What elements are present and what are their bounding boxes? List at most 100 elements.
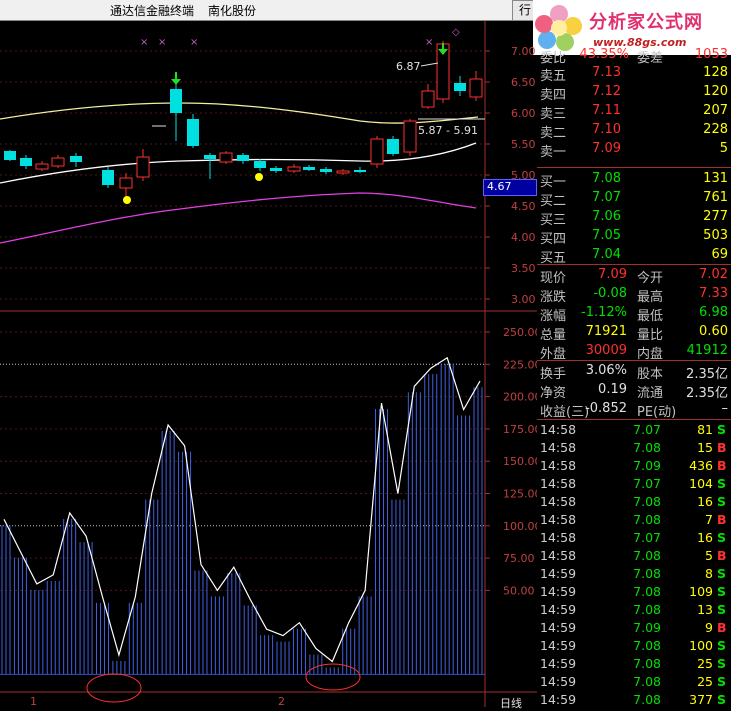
diamond-marker: ◇ [452, 27, 460, 38]
indicator-tick-label: 150.00 [503, 455, 537, 468]
tick-side: S [717, 656, 727, 671]
tick-price: 7.07 [633, 530, 661, 545]
tick-row: 14:58 7.07 81 S [537, 421, 731, 439]
tick-row: 14:59 7.08 100 S [537, 637, 731, 655]
signal-dot-icon [255, 173, 263, 181]
tick-volume: 109 [689, 584, 713, 599]
tick-row: 14:58 7.07 16 S [537, 529, 731, 547]
bid-price: 7.07 [592, 190, 621, 205]
tick-side: B [717, 548, 727, 563]
stat-label: 收益(三) [540, 405, 590, 420]
bid-row[interactable]: 买一 7.08 131 [537, 170, 731, 190]
tick-side: S [717, 494, 727, 509]
tick-time: 14:58 [540, 458, 577, 473]
ask-label: 卖二 [540, 126, 567, 141]
ask-price: 7.13 [592, 65, 621, 80]
stat-row: 涨跌 -0.08 最高 7.33 [537, 285, 731, 305]
candle [187, 119, 199, 146]
marker-x: × [140, 37, 148, 48]
period-label[interactable]: 日线 [500, 695, 522, 711]
price-tick-label: 5.50 [511, 138, 536, 151]
tick-volume: 16 [697, 530, 713, 545]
bid-label: 买三 [540, 213, 567, 228]
cursor-price-box: 4.67 [483, 179, 537, 196]
order-diff-value: 1053 [694, 47, 728, 62]
price-range-label: 5.87 - 5.91 [418, 124, 478, 137]
tick-price: 7.09 [633, 458, 661, 473]
tick-side: S [717, 602, 727, 617]
indicator-tick-label: 250.00 [503, 326, 537, 339]
tick-row: 14:59 7.08 8 S [537, 565, 731, 583]
tick-side: B [717, 458, 727, 473]
tick-time: 14:58 [540, 530, 577, 545]
bid-row[interactable]: 买五 7.04 69 [537, 246, 731, 266]
tick-row: 14:58 7.08 5 B [537, 547, 731, 565]
bid-row[interactable]: 买三 7.06 277 [537, 208, 731, 228]
ma-magenta-line [0, 192, 477, 244]
kline-chart[interactable]: 7.006.506.005.505.004.504.003.503.00 × ×… [0, 21, 537, 707]
price-tick-label: 6.00 [511, 107, 536, 120]
stat-row: 涨幅 -1.12% 最低 6.98 [537, 304, 731, 324]
tick-volume: 25 [697, 674, 713, 689]
tick-volume: 8 [705, 566, 713, 581]
candle [320, 169, 332, 172]
stat-label: 总量 [540, 328, 567, 343]
marker-x: × [425, 37, 433, 48]
candle [35, 163, 49, 170]
tick-price: 7.08 [633, 602, 661, 617]
order-ratio-row: 委比 43.35% 委差 1053 [537, 46, 731, 66]
stat-value: 2.35亿 [686, 367, 728, 382]
bid-price: 7.08 [592, 171, 621, 186]
ask-row[interactable]: 卖四 7.12 120 [537, 83, 731, 103]
bid-price: 7.05 [592, 228, 621, 243]
stat-value: 7.02 [699, 267, 728, 282]
candle [70, 156, 82, 162]
bid-volume: 761 [703, 190, 728, 205]
bid-volume: 277 [703, 209, 728, 224]
bid-row[interactable]: 买四 7.05 503 [537, 227, 731, 247]
tick-price: 7.08 [633, 494, 661, 509]
candle [454, 83, 466, 91]
stat-label: 最高 [637, 290, 664, 305]
tick-volume: 7 [705, 512, 713, 527]
logo-name: 分析家公式网 [589, 12, 703, 33]
ask-volume: 128 [703, 65, 728, 80]
price-tick-label: 3.50 [511, 262, 536, 275]
tick-side: B [717, 440, 727, 455]
bid-label: 买一 [540, 175, 567, 190]
separator [537, 167, 731, 168]
candle [287, 166, 301, 172]
tick-time: 14:59 [540, 584, 577, 599]
bid-volume: 131 [703, 171, 728, 186]
tick-price: 7.08 [633, 656, 661, 671]
candle [219, 152, 233, 163]
stat-value: 2.35亿 [686, 386, 728, 401]
ask-row[interactable]: 卖三 7.11 207 [537, 102, 731, 122]
tick-time: 14:59 [540, 566, 577, 581]
tick-time: 14:58 [540, 422, 577, 437]
stat-row: 总量 71921 量比 0.60 [537, 323, 731, 343]
tick-time: 14:58 [540, 494, 577, 509]
ask-row[interactable]: 卖五 7.13 128 [537, 64, 731, 84]
bid-row[interactable]: 买二 7.07 761 [537, 189, 731, 209]
tick-side: B [717, 512, 727, 527]
tick-time: 14:58 [540, 548, 577, 563]
tick-time: 14:58 [540, 512, 577, 527]
ask-row[interactable]: 卖一 7.09 5 [537, 140, 731, 160]
bid-price: 7.04 [592, 247, 621, 262]
bid-price: 7.06 [592, 209, 621, 224]
order-ratio-value: 43.35% [579, 47, 629, 62]
price-tick-label: 6.50 [511, 76, 536, 89]
tick-volume: 9 [705, 620, 713, 635]
tick-volume: 377 [689, 692, 713, 707]
bottom-circle-marker [86, 673, 142, 703]
tick-side: B [717, 620, 727, 635]
ask-row[interactable]: 卖二 7.10 228 [537, 121, 731, 141]
stat-label: 今开 [637, 271, 664, 286]
tick-price: 7.08 [633, 692, 661, 707]
tick-price: 7.09 [633, 620, 661, 635]
tick-row: 14:58 7.08 16 S [537, 493, 731, 511]
stat-label: 现价 [540, 271, 567, 286]
separator [537, 419, 731, 420]
tick-row: 14:59 7.08 377 S [537, 691, 731, 709]
